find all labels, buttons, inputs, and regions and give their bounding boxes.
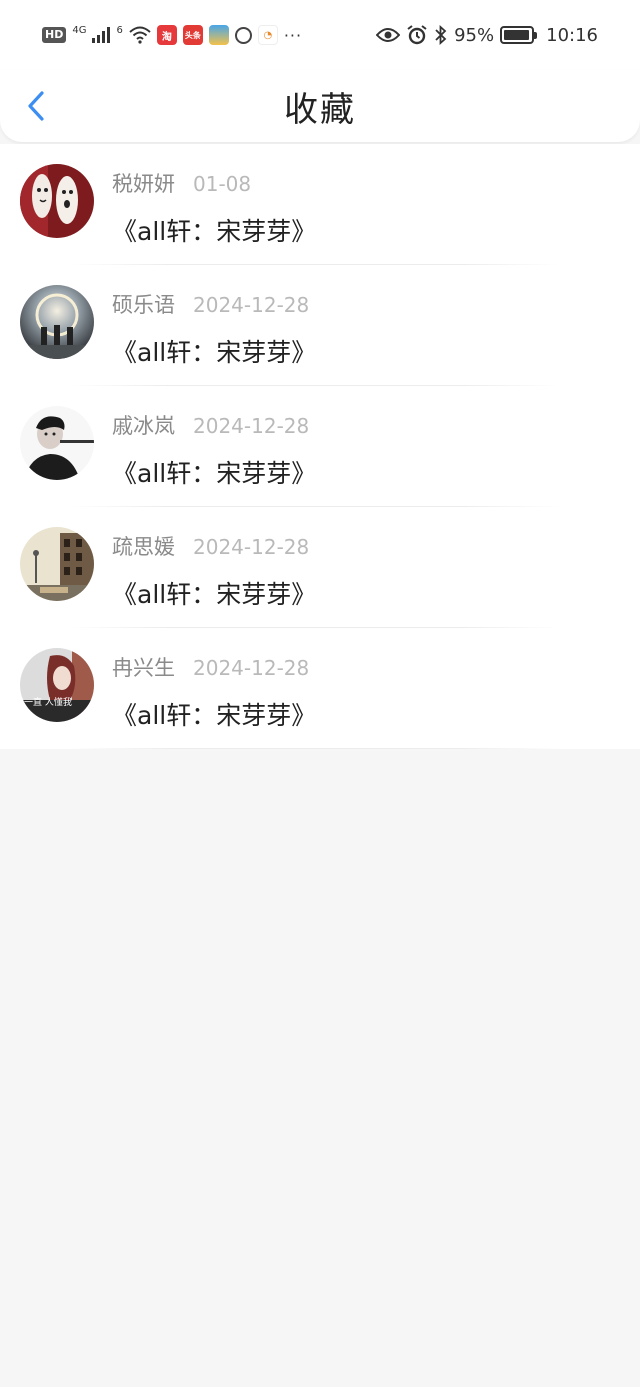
user-name: 戚冰岚 xyxy=(112,414,175,438)
user-name: 税妍妍 xyxy=(112,172,175,196)
favorite-item[interactable]: 一直 人懂我 冉兴生 2024-12-28 《all轩：宋芽芽》 xyxy=(0,628,640,749)
chevron-left-icon xyxy=(28,91,44,121)
toutiao-app-icon: 头条 xyxy=(182,25,203,45)
avatar[interactable] xyxy=(20,285,94,359)
post-date: 2024-12-28 xyxy=(193,293,310,317)
post-title[interactable]: 《all轩：宋芽芽》 xyxy=(112,454,316,490)
notification-app-icon: ◔ xyxy=(257,25,278,45)
favorites-list: 税妍妍 01-08 《all轩：宋芽芽》 硕乐语 2024-12-28 《all… xyxy=(0,144,640,749)
post-title[interactable]: 《all轩：宋芽芽》 xyxy=(112,696,316,732)
divider xyxy=(70,748,560,749)
battery-percent: 95% xyxy=(454,24,495,46)
user-name: 疏思媛 xyxy=(112,535,175,559)
favorite-item[interactable]: 戚冰岚 2024-12-28 《all轩：宋芽芽》 xyxy=(0,386,640,507)
status-right: 95% 10:16 xyxy=(376,25,598,46)
avatar[interactable] xyxy=(20,164,94,238)
hd-badge: HD xyxy=(42,27,67,43)
post-title[interactable]: 《all轩：宋芽芽》 xyxy=(112,575,316,611)
avatar[interactable] xyxy=(20,406,94,480)
taobao-app-icon: 淘 xyxy=(156,25,177,45)
eye-icon xyxy=(376,28,401,42)
post-date: 01-08 xyxy=(193,172,252,196)
avatar[interactable] xyxy=(20,527,94,601)
post-date: 2024-12-28 xyxy=(193,656,310,680)
bluetooth-icon xyxy=(435,25,447,45)
favorite-item[interactable]: 疏思媛 2024-12-28 《all轩：宋芽芽》 xyxy=(0,507,640,628)
status-bar: HD 4G 6 淘 头条 ◔ ··· 95% 10:16 xyxy=(0,0,640,70)
game-app-icon xyxy=(208,25,229,45)
wifi-generation-label: 6 xyxy=(116,24,123,36)
battery-icon xyxy=(500,26,538,44)
alarm-icon xyxy=(407,25,427,45)
status-left: HD 4G 6 淘 头条 ◔ ··· xyxy=(42,25,302,45)
page-title: 收藏 xyxy=(284,89,356,130)
loading-ring-icon xyxy=(234,26,252,44)
wifi-icon xyxy=(129,26,151,44)
avatar[interactable]: 一直 人懂我 xyxy=(20,648,94,722)
user-name: 硕乐语 xyxy=(112,293,175,317)
more-notifications-icon: ··· xyxy=(283,25,303,45)
avatar-caption: 一直 人懂我 xyxy=(24,698,72,708)
post-date: 2024-12-28 xyxy=(193,414,310,438)
post-title[interactable]: 《all轩：宋芽芽》 xyxy=(112,212,316,248)
clock: 10:16 xyxy=(546,24,598,46)
post-title[interactable]: 《all轩：宋芽芽》 xyxy=(112,333,316,369)
back-button[interactable] xyxy=(22,88,50,124)
network-type-label: 4G xyxy=(72,24,87,36)
favorite-item[interactable]: 税妍妍 01-08 《all轩：宋芽芽》 xyxy=(0,144,640,265)
user-name: 冉兴生 xyxy=(112,656,175,680)
post-date: 2024-12-28 xyxy=(193,535,310,559)
cellular-signal-icon xyxy=(92,27,111,43)
favorite-item[interactable]: 硕乐语 2024-12-28 《all轩：宋芽芽》 xyxy=(0,265,640,386)
app-header: 收藏 xyxy=(0,70,640,142)
